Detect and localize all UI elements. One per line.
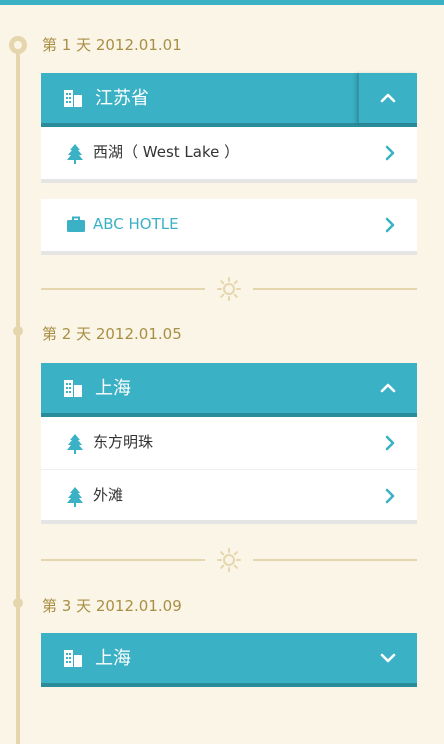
chevron-down-icon [380, 653, 396, 663]
chevron-right-icon [385, 145, 395, 165]
collapse-toggle-button[interactable] [359, 363, 417, 413]
tree-icon [67, 487, 83, 511]
building-icon [63, 647, 83, 667]
tree-icon [67, 144, 83, 168]
tree-icon [67, 434, 83, 458]
day-divider [41, 277, 417, 301]
chevron-up-icon [380, 93, 396, 103]
collapse-toggle-button[interactable] [357, 73, 417, 123]
day-1-label: 第 1 天 2012.01.01 [42, 36, 182, 54]
province-header-day-2[interactable]: 上海 [41, 363, 417, 417]
day-divider [41, 548, 417, 572]
hotel-item[interactable]: ABC HOTLE [41, 199, 417, 251]
building-icon [63, 87, 83, 107]
day-2-label: 第 2 天 2012.01.05 [42, 325, 182, 343]
chevron-up-icon [380, 383, 396, 393]
place-name: 西湖（ West Lake ） [93, 143, 240, 161]
places-card-day-1: 西湖（ West Lake ） [41, 127, 417, 183]
chevron-right-icon [385, 217, 395, 237]
place-name: 外滩 [93, 486, 124, 504]
expand-toggle-button[interactable] [359, 633, 417, 683]
timeline-dot-day-2 [13, 326, 23, 336]
chevron-right-icon [385, 488, 395, 508]
list-item[interactable]: 外滩 [41, 469, 417, 522]
sun-icon [217, 277, 241, 305]
list-item[interactable]: 东方明珠 [41, 417, 417, 469]
province-header-day-1[interactable]: 江苏省 [41, 73, 417, 127]
place-name: 东方明珠 [93, 433, 154, 451]
timeline-line [16, 44, 20, 744]
places-card-day-2: 东方明珠 外滩 [41, 417, 417, 524]
province-header-day-3[interactable]: 上海 [41, 633, 417, 687]
chevron-right-icon [385, 435, 395, 455]
timeline-start-dot [9, 36, 27, 54]
sun-icon [217, 548, 241, 576]
timeline-dot-day-3 [13, 598, 23, 608]
top-accent-bar [0, 0, 444, 5]
province-name: 江苏省 [95, 88, 149, 109]
hotel-name: ABC HOTLE [93, 215, 179, 233]
day-3-label: 第 3 天 2012.01.09 [42, 597, 182, 615]
building-icon [63, 377, 83, 397]
briefcase-icon [67, 216, 85, 236]
list-item[interactable]: 西湖（ West Lake ） [41, 127, 417, 179]
province-name: 上海 [95, 378, 131, 399]
province-name: 上海 [95, 648, 131, 669]
hotel-card-day-1: ABC HOTLE [41, 199, 417, 255]
